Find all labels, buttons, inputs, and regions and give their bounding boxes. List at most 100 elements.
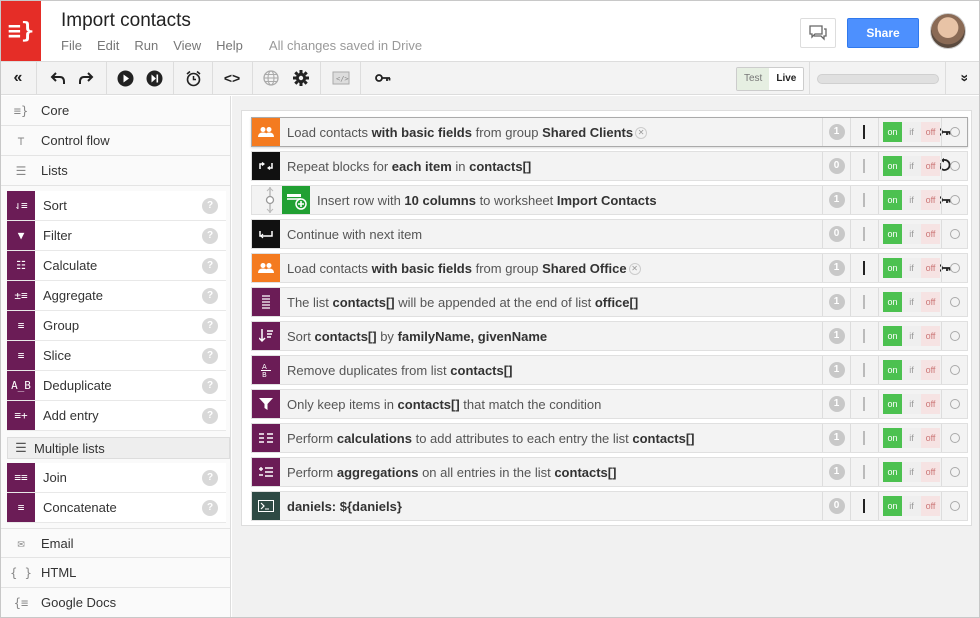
share-button[interactable]: Share <box>847 18 919 48</box>
sidebar-category-email[interactable]: ✉ Email <box>1 528 230 558</box>
cursor-marker[interactable] <box>850 152 876 180</box>
block-row[interactable]: Insert row with 10 columns to worksheet … <box>251 185 968 215</box>
toggle-on[interactable]: on <box>883 394 902 414</box>
help-icon[interactable]: ? <box>202 377 218 394</box>
help-icon[interactable]: ? <box>202 347 218 364</box>
toggle-off[interactable]: off <box>921 496 940 516</box>
remove-chip-icon[interactable]: ✕ <box>635 127 648 140</box>
block-add-entry[interactable]: ≡+ Add entry? <box>7 401 226 431</box>
block-row[interactable]: daniels: ${daniels} 0 on if off <box>251 491 968 521</box>
toggle-off[interactable]: off <box>921 394 940 414</box>
block-row[interactable]: Only keep items in contacts[] that match… <box>251 389 968 419</box>
toggle-if[interactable]: if <box>902 190 921 210</box>
cursor-marker[interactable] <box>850 322 876 350</box>
block-parameter[interactable]: with basic fields <box>372 125 472 140</box>
collapse-header-button[interactable]: « <box>949 62 977 94</box>
breakpoint-button[interactable] <box>941 288 968 316</box>
on-if-off-toggle[interactable]: on if off <box>878 118 941 146</box>
sidebar-category-html[interactable]: { } HTML <box>1 558 230 588</box>
toggle-on[interactable]: on <box>883 122 902 142</box>
cursor-marker[interactable] <box>850 254 876 282</box>
help-icon[interactable]: ? <box>202 317 218 334</box>
help-icon[interactable]: ? <box>202 499 218 516</box>
document-title[interactable]: Import contacts <box>61 10 191 32</box>
cursor-marker[interactable] <box>850 186 876 214</box>
block-row[interactable]: Load contacts with basic fields from gro… <box>251 253 968 283</box>
block-parameter[interactable]: each item <box>392 159 452 174</box>
toggle-if[interactable]: if <box>902 326 921 346</box>
menu-view[interactable]: View <box>173 38 201 53</box>
toggle-off[interactable]: off <box>921 190 940 210</box>
help-icon[interactable]: ? <box>202 257 218 274</box>
block-parameter[interactable]: Shared Clients <box>542 125 633 140</box>
breakpoint-button[interactable] <box>941 356 968 384</box>
block-filter[interactable]: ▼ Filter? <box>7 221 226 251</box>
on-if-off-toggle[interactable]: on if off <box>878 322 941 350</box>
block-row[interactable]: Repeat blocks for each item in contacts[… <box>251 151 968 181</box>
menu-edit[interactable]: Edit <box>97 38 119 53</box>
cursor-marker[interactable] <box>850 458 876 486</box>
breakpoint-button[interactable] <box>941 492 968 520</box>
block-parameter[interactable]: familyName, givenName <box>398 329 548 344</box>
cursor-marker[interactable] <box>850 356 876 384</box>
toggle-off[interactable]: off <box>921 122 940 142</box>
toggle-on[interactable]: on <box>883 156 902 176</box>
block-slice[interactable]: ≡ Slice? <box>7 341 226 371</box>
block-aggregate[interactable]: ±≡ Aggregate? <box>7 281 226 311</box>
breakpoint-button[interactable] <box>941 220 968 248</box>
toggle-on[interactable]: on <box>883 224 902 244</box>
block-join[interactable]: ≡≡ Join? <box>7 463 226 493</box>
toggle-off[interactable]: off <box>921 326 940 346</box>
block-parameter[interactable]: calculations <box>337 431 412 446</box>
breakpoint-button[interactable] <box>941 322 968 350</box>
block-concatenate[interactable]: ≡ Concatenate? <box>7 493 226 523</box>
block-row[interactable]: Sort contacts[] by familyName, givenName… <box>251 321 968 351</box>
toggle-if[interactable]: if <box>902 224 921 244</box>
toggle-if[interactable]: if <box>902 360 921 380</box>
avatar[interactable] <box>930 13 966 49</box>
on-if-off-toggle[interactable]: on if off <box>878 152 941 180</box>
help-icon[interactable]: ? <box>202 407 218 424</box>
credentials-button[interactable] <box>369 62 397 94</box>
sidebar-category-google-docs[interactable]: {≡ Google Docs <box>1 588 230 617</box>
toggle-if[interactable]: if <box>902 428 921 448</box>
toggle-if[interactable]: if <box>902 292 921 312</box>
breakpoint-button[interactable] <box>941 186 968 214</box>
sidebar-category-control-flow[interactable]: ⊤ Control flow <box>1 126 230 156</box>
toggle-on[interactable]: on <box>883 326 902 346</box>
block-parameter[interactable]: aggregations <box>337 465 419 480</box>
step-button[interactable] <box>142 62 166 94</box>
block-parameter[interactable]: contacts[] <box>333 295 395 310</box>
help-icon[interactable]: ? <box>202 287 218 304</box>
code-view-button[interactable]: <> <box>219 62 245 94</box>
toggle-if[interactable]: if <box>902 462 921 482</box>
block-parameter[interactable]: contacts[] <box>632 431 694 446</box>
toggle-if[interactable]: if <box>902 122 921 142</box>
toggle-if[interactable]: if <box>902 394 921 414</box>
block-parameter[interactable]: contacts[] <box>554 465 616 480</box>
toggle-off[interactable]: off <box>921 224 940 244</box>
toggle-off[interactable]: off <box>921 258 940 278</box>
remove-chip-icon[interactable]: ✕ <box>628 263 641 276</box>
on-if-off-toggle[interactable]: on if off <box>878 288 941 316</box>
menu-help[interactable]: Help <box>216 38 243 53</box>
toggle-on[interactable]: on <box>883 360 902 380</box>
block-parameter[interactable]: with basic fields <box>372 261 472 276</box>
block-parameter[interactable]: daniels: ${daniels} <box>287 499 402 514</box>
on-if-off-toggle[interactable]: on if off <box>878 356 941 384</box>
subcategory-multiple-lists[interactable]: ☰ Multiple lists <box>7 437 230 459</box>
cursor-marker[interactable] <box>850 424 876 452</box>
block-parameter[interactable]: contacts[] <box>450 363 512 378</box>
on-if-off-toggle[interactable]: on if off <box>878 220 941 248</box>
block-description[interactable]: Insert row with 10 columns to worksheet … <box>317 193 887 208</box>
toggle-on[interactable]: on <box>883 190 902 210</box>
block-row[interactable]: Continue with next item 0 on if off <box>251 219 968 249</box>
run-button[interactable] <box>113 62 137 94</box>
help-icon[interactable]: ? <box>202 197 218 214</box>
on-if-off-toggle[interactable]: on if off <box>878 254 941 282</box>
toggle-if[interactable]: if <box>902 258 921 278</box>
on-if-off-toggle[interactable]: on if off <box>878 492 941 520</box>
block-deduplicate[interactable]: A̲B Deduplicate? <box>7 371 226 401</box>
breakpoint-button[interactable] <box>941 458 968 486</box>
on-if-off-toggle[interactable]: on if off <box>878 458 941 486</box>
